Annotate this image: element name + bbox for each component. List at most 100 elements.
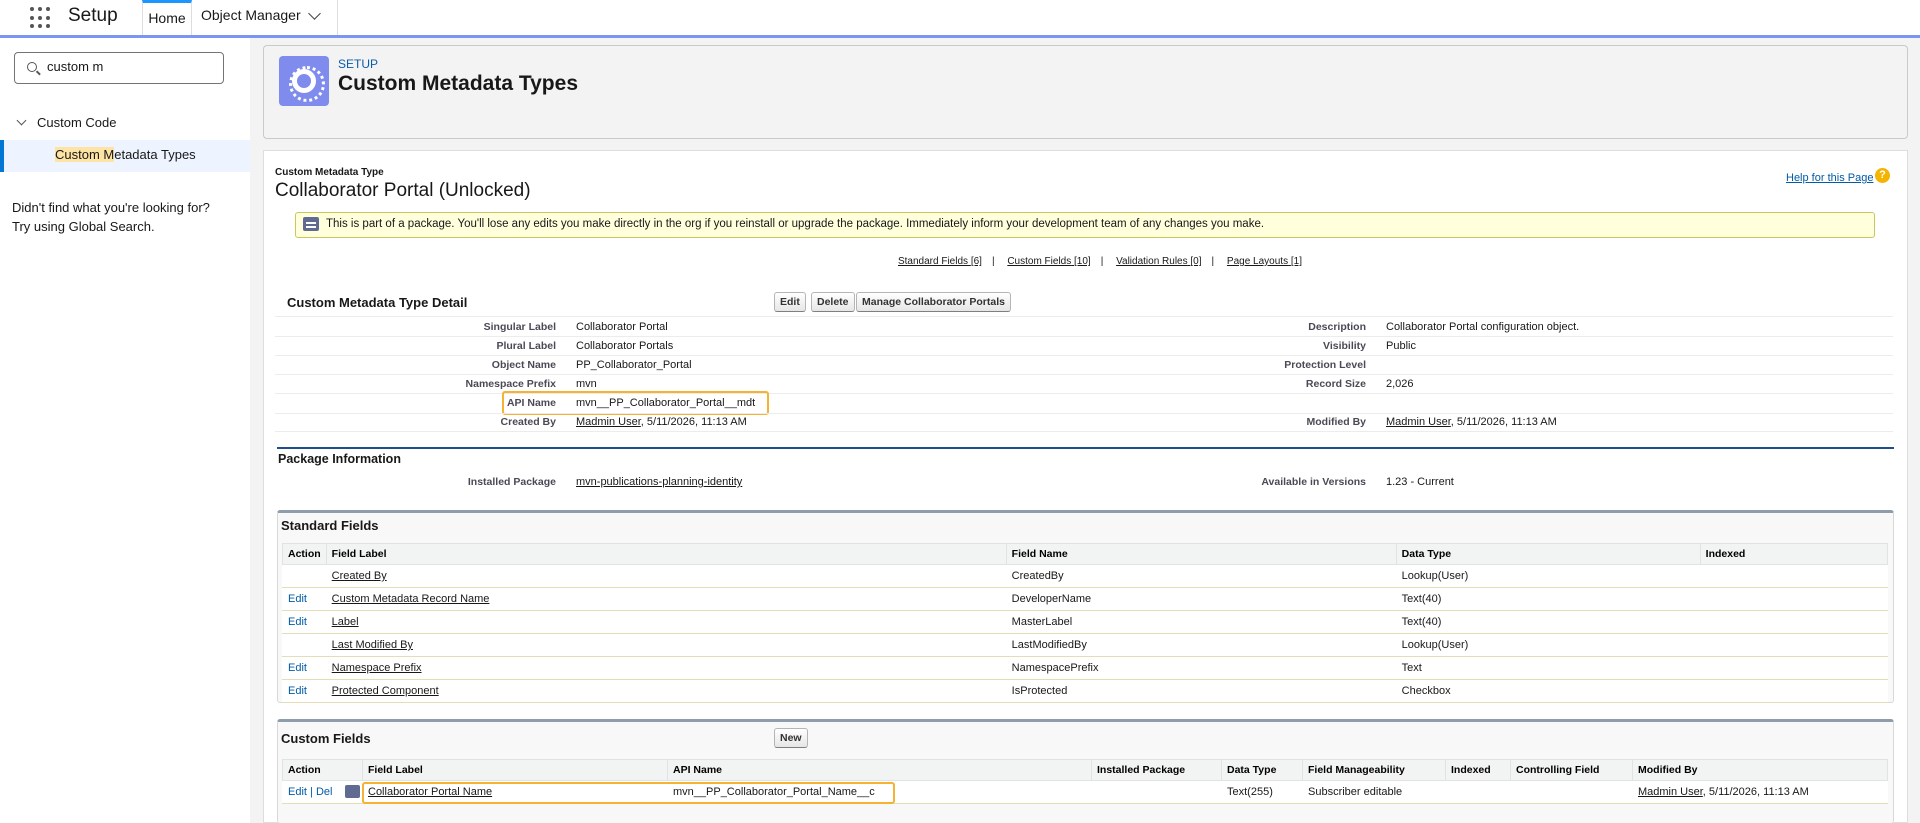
tab-object-manager[interactable]: Object Manager [192,0,338,35]
field-name: DeveloperName [1006,587,1397,611]
detail-label: Plural Label [496,340,556,352]
field-label-link[interactable]: Last Modified By [332,639,413,651]
detail-label: Object Name [491,359,556,371]
package-icon [303,217,319,231]
edit-link[interactable]: Edit [288,685,307,697]
edit-link[interactable]: Edit [288,786,307,798]
tree-item-label: etadata Types [114,147,196,162]
chevron-down-icon[interactable] [308,7,321,20]
detail-label: Installed Package [467,476,556,488]
indexed [1700,610,1888,634]
object-type-label: Custom Metadata Type [275,167,384,178]
link-validation-rules[interactable]: Validation Rules [0] [1116,256,1201,267]
created-by-user-link[interactable]: Madmin User [576,416,641,428]
field-name: IsProtected [1006,679,1397,703]
column-header: Field Label [325,543,1007,565]
detail-value: mvn [576,378,597,390]
tab-home[interactable]: Home [142,0,192,35]
not-found-message: Didn't find what you're looking for? Try… [12,198,242,236]
delete-button[interactable]: Delete [811,292,855,312]
not-found-line: Didn't find what you're looking for? [12,200,210,215]
warning-text: This is part of a package. You'll lose a… [326,218,1265,230]
column-header: Indexed [1699,543,1889,565]
detail-label: Created By [500,416,556,428]
app-title: Setup [68,5,118,26]
standard-fields-title: Standard Fields [281,518,379,533]
page-title: Custom Metadata Types [338,72,578,95]
indexed [1700,564,1888,588]
search-icon [27,62,37,72]
delete-link[interactable]: Del [316,786,333,798]
not-found-line: Try using Global Search. [12,219,155,234]
field-name: MasterLabel [1006,610,1397,634]
edit-button[interactable]: Edit [774,292,806,312]
detail-value: Madmin User, 5/11/2026, 11:13 AM [576,416,747,428]
tree-item-custom-metadata-types[interactable]: Custom Metadata Types [0,140,250,172]
quick-find-value: custom m [47,59,104,74]
help-icon[interactable]: ? [1875,168,1890,183]
indexed [1700,656,1888,680]
link-page-layouts[interactable]: Page Layouts [1] [1227,256,1302,267]
detail-label: Protection Level [1284,359,1366,371]
tab-object-manager-label: Object Manager [201,7,301,23]
object-title: Collaborator Portal (Unlocked) [275,180,531,201]
detail-value: Madmin User, 5/11/2026, 11:13 AM [1386,416,1557,428]
manage-records-button[interactable]: Manage Collaborator Portals [856,292,1011,312]
link-custom-fields[interactable]: Custom Fields [10] [1007,256,1090,267]
detail-value: Public [1386,340,1416,352]
link-standard-fields[interactable]: Standard Fields [6] [898,256,982,267]
field-name: NamespacePrefix [1006,656,1397,680]
column-header: Action [282,543,327,565]
edit-link[interactable]: Edit [288,662,307,674]
table-row: Edit Namespace Prefix NamespacePrefix Te… [282,656,1888,680]
modified-by-user-link[interactable]: Madmin User [1638,786,1703,798]
setup-sidebar: custom m Custom Code Custom Metadata Typ… [0,38,250,823]
package-icon [345,785,360,798]
installed-package-link[interactable]: mvn-publications-planning-identity [576,476,742,488]
tree-node-custom-code[interactable]: Custom Code [16,115,117,130]
column-header: Action [282,759,363,781]
column-header: Field Manageability [1302,759,1446,781]
column-header: Field Label [362,759,668,781]
detail-label: Record Size [1305,378,1366,390]
field-label-link[interactable]: Namespace Prefix [332,662,422,674]
column-header: Field Name [1005,543,1397,565]
field-label-link[interactable]: Custom Metadata Record Name [332,593,490,605]
quick-find-input[interactable]: custom m [14,52,224,84]
chevron-down-icon[interactable] [16,115,27,126]
edit-link[interactable]: Edit [288,616,307,628]
page-header: SETUP Custom Metadata Types [263,45,1908,139]
section-divider [277,447,1894,449]
detail-value: Collaborator Portal configuration object… [1386,321,1580,333]
detail-label: Singular Label [483,321,556,333]
column-header: Data Type [1395,543,1701,565]
related-list-links: Standard Fields [6] | Custom Fields [10] |… [897,256,1302,267]
detail-value: PP_Collaborator_Portal [576,359,692,371]
data-type: Lookup(User) [1396,633,1701,657]
modified-by-user-link[interactable]: Madmin User [1386,416,1451,428]
tree-node-label: Custom Code [37,115,117,130]
modified-by: Madmin User, 5/11/2026, 11:13 AM [1632,780,1888,804]
field-label-link[interactable]: Protected Component [332,685,439,697]
help-link[interactable]: Help for this Page [1786,172,1873,184]
global-header: Setup Home Object Manager [0,0,1920,38]
table-row: Edit Label MasterLabel Text(40) [282,610,1888,634]
detail-label: Modified By [1306,416,1367,428]
column-header: Controlling Field [1510,759,1633,781]
page-eyebrow: SETUP [338,57,379,71]
data-type: Lookup(User) [1396,564,1701,588]
field-label-link[interactable]: Created By [332,570,387,582]
package-info-title: Package Information [278,452,401,466]
new-field-button[interactable]: New [774,728,808,748]
app-launcher-icon[interactable] [30,7,52,29]
detail-label: Available in Versions [1261,476,1366,488]
highlight-box [502,391,769,415]
detail-value: Collaborator Portal [576,321,668,333]
table-row: Edit Custom Metadata Record Name Develop… [282,587,1888,611]
field-label-link[interactable]: Label [332,616,359,628]
column-header: Installed Package [1091,759,1222,781]
edit-link[interactable]: Edit [288,593,307,605]
controlling-field [1510,780,1633,804]
field-name: CreatedBy [1006,564,1397,588]
field-manageability: Subscriber editable [1302,780,1446,804]
